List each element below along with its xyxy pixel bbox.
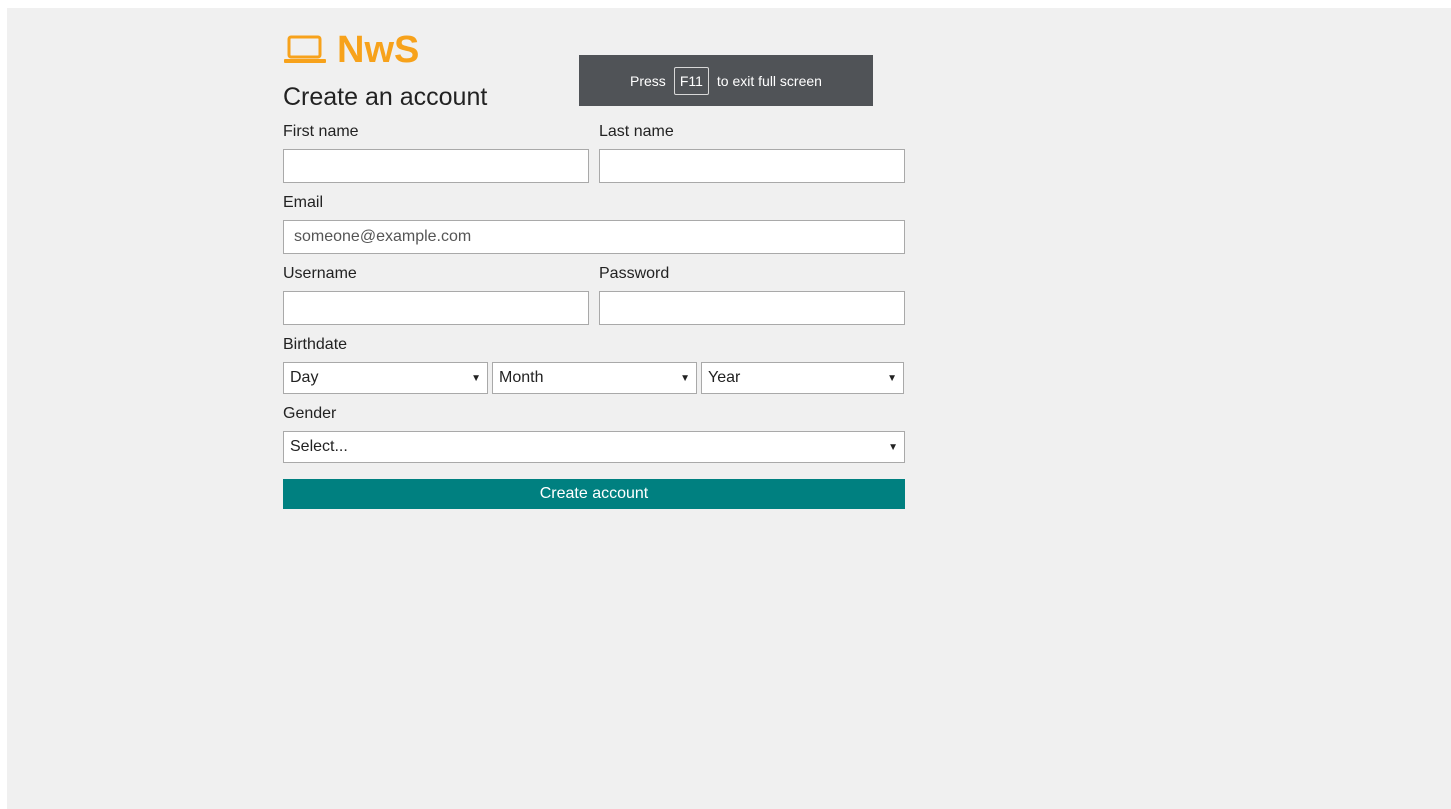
- chevron-down-icon: ▼: [680, 372, 690, 384]
- birthdate-group: Birthdate Day ▼ Month ▼ Year ▼: [283, 335, 905, 394]
- username-label: Username: [283, 265, 357, 282]
- day-select-value: Day: [290, 369, 319, 386]
- email-group: Email: [283, 193, 905, 254]
- password-group: Password: [599, 254, 905, 325]
- gender-select[interactable]: Select... ▼: [283, 431, 905, 463]
- last-name-input[interactable]: [599, 149, 905, 183]
- last-name-group: Last name: [599, 112, 905, 183]
- gender-label: Gender: [283, 405, 337, 422]
- year-select[interactable]: Year ▼: [701, 362, 904, 394]
- year-select-value: Year: [708, 369, 741, 386]
- gender-select-value: Select...: [290, 438, 348, 455]
- chevron-down-icon: ▼: [888, 441, 898, 453]
- email-input[interactable]: [283, 220, 905, 254]
- toast-prefix: Press: [630, 72, 666, 89]
- day-select[interactable]: Day ▼: [283, 362, 488, 394]
- month-select-value: Month: [499, 369, 544, 386]
- last-name-label: Last name: [599, 123, 674, 140]
- birthdate-label: Birthdate: [283, 336, 348, 353]
- credentials-row: Username Password: [283, 254, 905, 325]
- first-name-input[interactable]: [283, 149, 589, 183]
- birthdate-selects: Day ▼ Month ▼ Year ▼: [283, 362, 905, 394]
- page-background: NwS Create an account First name Last na…: [7, 8, 1451, 809]
- brand-name: NwS: [337, 29, 420, 71]
- first-name-label: First name: [283, 123, 359, 140]
- name-row: First name Last name: [283, 112, 905, 183]
- username-group: Username: [283, 254, 589, 325]
- chevron-down-icon: ▼: [471, 372, 481, 384]
- chevron-down-icon: ▼: [887, 372, 897, 384]
- month-select[interactable]: Month ▼: [492, 362, 697, 394]
- toast-suffix: to exit full screen: [716, 72, 822, 89]
- fullscreen-exit-toast: Press F11 to exit full screen: [579, 55, 873, 106]
- toast-key: F11: [673, 66, 709, 95]
- first-name-group: First name: [283, 112, 589, 183]
- password-input[interactable]: [599, 291, 905, 325]
- email-label: Email: [283, 194, 324, 211]
- username-input[interactable]: [283, 291, 589, 325]
- laptop-icon: [283, 34, 327, 66]
- create-account-button[interactable]: Create account: [283, 479, 905, 509]
- password-label: Password: [599, 265, 670, 282]
- gender-group: Gender Select... ▼: [283, 404, 905, 463]
